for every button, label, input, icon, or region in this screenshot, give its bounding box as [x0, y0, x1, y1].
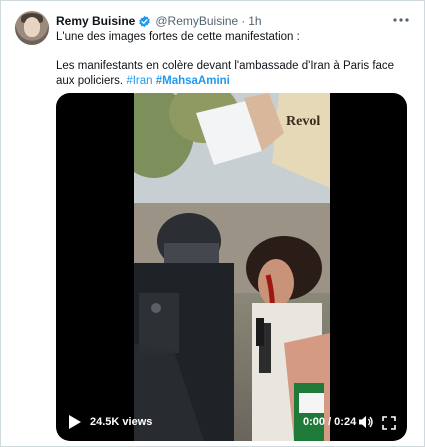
video-player[interactable]: Revol 24.5K views 0:00 / 0:24: [56, 93, 407, 441]
volume-icon[interactable]: [358, 414, 374, 430]
tweet-card[interactable]: Remy Buisine @RemyBuisine · 1h L'une des…: [0, 0, 425, 447]
video-duration: 0:00 / 0:24: [303, 416, 357, 428]
video-controls: 24.5K views 0:00 / 0:24: [56, 401, 407, 441]
fullscreen-icon[interactable]: [382, 416, 396, 430]
hashtag-mahsaamini[interactable]: #MahsaAmini: [156, 75, 230, 87]
tweet-time[interactable]: 1h: [248, 14, 261, 28]
separator-dot: ·: [241, 14, 246, 28]
video-still: Revol: [134, 93, 330, 441]
verified-badge-icon: [139, 15, 151, 27]
video-frame[interactable]: Revol: [134, 93, 330, 441]
author-name[interactable]: Remy Buisine: [56, 14, 135, 28]
hashtag-iran[interactable]: #Iran: [126, 75, 152, 87]
avatar-face: [24, 17, 40, 37]
tweet-text-line1: L'une des images fortes de cette manifes…: [56, 31, 300, 43]
tweet-text-line2: Les manifestants en colère devant l'amba…: [56, 59, 406, 89]
play-icon[interactable]: [68, 414, 82, 430]
tweet-text: L'une des images fortes de cette manifes…: [56, 30, 406, 89]
author-handle[interactable]: @RemyBuisine: [155, 14, 238, 28]
avatar[interactable]: [15, 11, 49, 45]
more-options-icon[interactable]: [392, 13, 410, 27]
tweet-header: Remy Buisine @RemyBuisine · 1h: [56, 13, 262, 29]
view-count: 24.5K views: [90, 416, 153, 428]
svg-text:Revol: Revol: [286, 114, 320, 129]
